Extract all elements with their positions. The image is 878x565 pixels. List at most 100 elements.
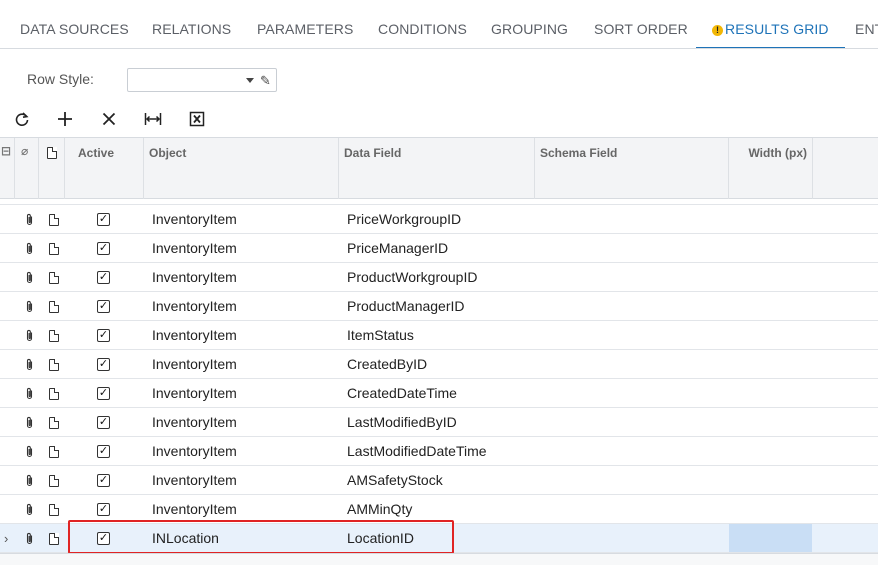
refresh-button[interactable]: [10, 106, 34, 132]
data-field-cell[interactable]: ItemStatus: [347, 321, 414, 350]
note-icon[interactable]: [47, 263, 61, 292]
data-field-cell[interactable]: LocationID: [347, 524, 414, 553]
table-row[interactable]: ✓ InventoryItem ProductManagerID: [0, 292, 878, 321]
tab-entry-points[interactable]: ENT: [855, 0, 878, 48]
paperclip-icon[interactable]: [22, 495, 36, 524]
tab-data-sources[interactable]: DATA SOURCES: [20, 0, 129, 48]
note-icon[interactable]: [47, 234, 61, 263]
paperclip-icon[interactable]: [22, 379, 36, 408]
header-schema-field[interactable]: Schema Field: [535, 138, 729, 199]
chevron-down-icon[interactable]: [246, 78, 254, 83]
active-checkbox[interactable]: ✓: [97, 300, 110, 313]
export-excel-button[interactable]: [185, 106, 209, 132]
header-data-field[interactable]: Data Field: [339, 138, 535, 199]
note-icon[interactable]: [47, 524, 61, 553]
object-cell[interactable]: InventoryItem: [152, 495, 237, 524]
header-object[interactable]: Object: [144, 138, 339, 199]
width-cell[interactable]: [729, 524, 812, 552]
active-checkbox[interactable]: ✓: [97, 416, 110, 429]
paperclip-icon[interactable]: [22, 292, 36, 321]
tab-relations[interactable]: RELATIONS: [152, 0, 231, 48]
note-icon[interactable]: [47, 495, 61, 524]
pencil-icon[interactable]: ✎: [260, 73, 271, 89]
note-icon[interactable]: [47, 379, 61, 408]
fit-width-icon: [144, 113, 162, 125]
object-cell[interactable]: InventoryItem: [152, 205, 237, 234]
note-icon[interactable]: [47, 466, 61, 495]
table-row[interactable]: ✓ InventoryItem PriceManagerID: [0, 234, 878, 263]
tab-parameters[interactable]: PARAMETERS: [257, 0, 353, 48]
object-cell[interactable]: InventoryItem: [152, 379, 237, 408]
active-checkbox[interactable]: ✓: [97, 503, 110, 516]
table-row[interactable]: ✓ InventoryItem CreatedDateTime: [0, 379, 878, 408]
table-row[interactable]: ✓ InventoryItem LastModifiedByID: [0, 408, 878, 437]
data-field-cell[interactable]: LastModifiedByID: [347, 408, 457, 437]
object-cell[interactable]: InventoryItem: [152, 408, 237, 437]
header-active[interactable]: Active: [65, 138, 144, 199]
object-cell[interactable]: InventoryItem: [152, 437, 237, 466]
paperclip-icon[interactable]: [22, 205, 36, 234]
active-checkbox[interactable]: ✓: [97, 387, 110, 400]
export-excel-icon: [189, 111, 205, 127]
active-checkbox[interactable]: ✓: [97, 474, 110, 487]
table-row[interactable]: ✓ InventoryItem LastModifiedDateTime: [0, 437, 878, 466]
table-row[interactable]: › ✓ INLocation LocationID: [0, 524, 878, 553]
table-row[interactable]: ✓ InventoryItem AMSafetyStock: [0, 466, 878, 495]
table-row[interactable]: ✓ InventoryItem PriceWorkgroupID: [0, 205, 878, 234]
data-field-cell[interactable]: PriceWorkgroupID: [347, 205, 461, 234]
header-attachments[interactable]: ⌀: [15, 138, 39, 199]
data-field-cell[interactable]: CreatedByID: [347, 350, 427, 379]
active-checkbox[interactable]: ✓: [97, 329, 110, 342]
object-cell[interactable]: InventoryItem: [152, 263, 237, 292]
header-notes[interactable]: [39, 138, 65, 199]
data-field-cell[interactable]: AMMinQty: [347, 495, 412, 524]
data-field-cell[interactable]: LastModifiedDateTime: [347, 437, 487, 466]
note-icon[interactable]: [47, 408, 61, 437]
object-cell[interactable]: InventoryItem: [152, 466, 237, 495]
data-field-cell[interactable]: AMSafetyStock: [347, 466, 443, 495]
delete-row-button[interactable]: [97, 106, 121, 132]
header-width[interactable]: Width (px): [729, 138, 813, 199]
tab-results-grid[interactable]: ! RESULTS GRID: [696, 0, 845, 48]
tab-sort-order[interactable]: SORT ORDER: [594, 0, 688, 48]
data-field-cell[interactable]: CreatedDateTime: [347, 379, 457, 408]
active-checkbox[interactable]: ✓: [97, 445, 110, 458]
object-cell[interactable]: InventoryItem: [152, 350, 237, 379]
table-row[interactable]: ✓ InventoryItem AMMinQty: [0, 495, 878, 524]
note-icon[interactable]: [47, 437, 61, 466]
paperclip-icon[interactable]: [22, 350, 36, 379]
paperclip-icon[interactable]: [22, 437, 36, 466]
note-icon[interactable]: [47, 292, 61, 321]
active-checkbox[interactable]: ✓: [97, 242, 110, 255]
paperclip-icon[interactable]: [22, 524, 36, 553]
paperclip-icon[interactable]: [22, 234, 36, 263]
paperclip-icon[interactable]: [22, 321, 36, 350]
data-field-cell[interactable]: ProductManagerID: [347, 292, 465, 321]
active-checkbox[interactable]: ✓: [97, 213, 110, 226]
object-cell[interactable]: InventoryItem: [152, 234, 237, 263]
table-row[interactable]: ✓ InventoryItem CreatedByID: [0, 350, 878, 379]
note-icon[interactable]: [47, 205, 61, 234]
paperclip-icon[interactable]: [22, 466, 36, 495]
object-cell[interactable]: InventoryItem: [152, 321, 237, 350]
table-row[interactable]: ✓ InventoryItem ItemStatus: [0, 321, 878, 350]
tab-label: CONDITIONS: [378, 21, 467, 37]
object-cell[interactable]: InventoryItem: [152, 292, 237, 321]
table-row[interactable]: ✓ InventoryItem ProductWorkgroupID: [0, 263, 878, 292]
row-style-select[interactable]: ✎: [127, 68, 277, 92]
fit-to-screen-button[interactable]: [141, 106, 165, 132]
paperclip-icon[interactable]: [22, 408, 36, 437]
active-checkbox[interactable]: ✓: [97, 358, 110, 371]
data-field-cell[interactable]: ProductWorkgroupID: [347, 263, 477, 292]
active-checkbox[interactable]: ✓: [97, 271, 110, 284]
note-icon[interactable]: [47, 350, 61, 379]
note-icon[interactable]: [47, 321, 61, 350]
paperclip-icon[interactable]: [22, 263, 36, 292]
header-row-selector[interactable]: ⊟: [0, 138, 15, 199]
tab-grouping[interactable]: GROUPING: [491, 0, 568, 48]
object-cell[interactable]: INLocation: [152, 524, 219, 553]
data-field-cell[interactable]: PriceManagerID: [347, 234, 448, 263]
tab-conditions[interactable]: CONDITIONS: [378, 0, 467, 48]
active-checkbox[interactable]: ✓: [97, 532, 110, 545]
add-row-button[interactable]: [53, 106, 77, 132]
